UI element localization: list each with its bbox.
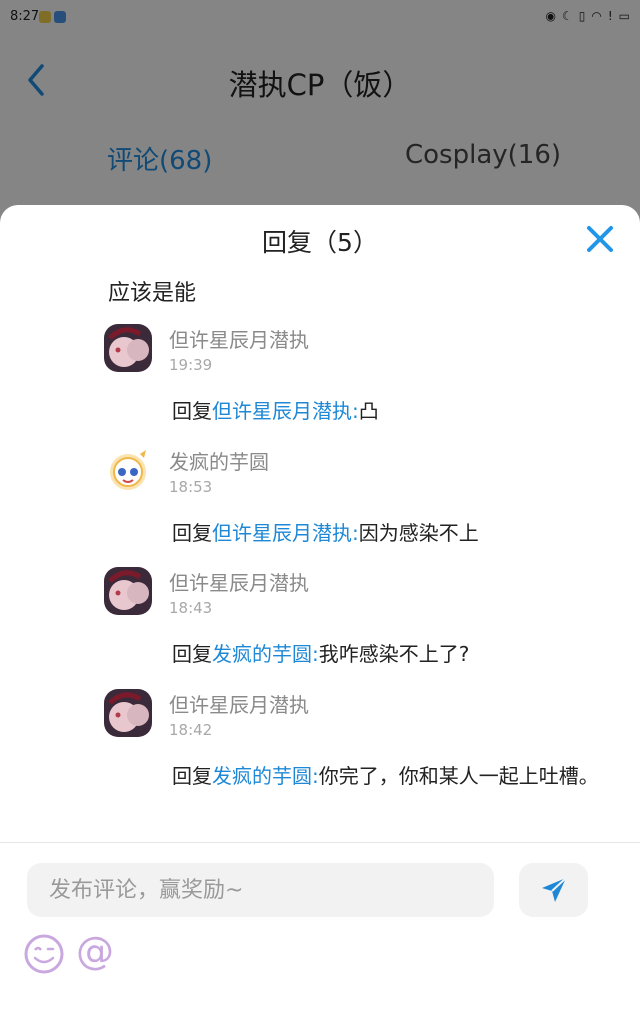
origin-comment: 应该是能 [108,281,197,306]
reply-time: 18:53 [169,478,213,496]
reply-prefix: 回复 [172,521,212,545]
emoji-icon[interactable] [23,933,65,975]
send-icon [542,877,567,902]
reply-username[interactable]: 但许星辰月潜执 [169,324,309,353]
reply-content: 因为感染不上 [358,521,479,545]
reply-sheet: 回复（5） 应该是能 但许星辰月潜执 19:39 回复但许星辰月潜执:凸 发疯的… [0,205,640,1024]
send-button[interactable] [519,863,588,917]
reply-text: 回复但许星辰月潜执:凸 [172,398,612,424]
sheet-title: 回复（5） [262,228,378,257]
reply-prefix: 回复 [172,764,212,788]
reply-target-user[interactable]: 但许星辰月潜执: [212,521,359,545]
reply-username[interactable]: 发疯的芋圆 [169,446,269,475]
avatar[interactable] [104,567,152,615]
reply-prefix: 回复 [172,399,212,423]
reply-username[interactable]: 但许星辰月潜执 [169,567,309,596]
comment-input[interactable] [27,863,494,917]
reply-target-user[interactable]: 但许星辰月潜执: [212,399,359,423]
reply-time: 18:42 [169,721,213,739]
avatar[interactable] [104,689,152,737]
close-icon[interactable] [584,223,616,255]
reply-content: 凸 [358,399,379,423]
reply-text: 回复发疯的芋圆:你完了，你和某人一起上吐槽。 [172,763,612,789]
divider [0,842,640,843]
reply-text: 回复发疯的芋圆:我咋感染不上了? [172,641,612,667]
reply-prefix: 回复 [172,642,212,666]
reply-content: 我咋感染不上了? [318,642,470,666]
avatar[interactable] [104,324,152,372]
reply-target-user[interactable]: 发疯的芋圆: [212,764,319,788]
reply-username[interactable]: 但许星辰月潜执 [169,689,309,718]
reply-text: 回复但许星辰月潜执:因为感染不上 [172,520,612,546]
reply-target-user[interactable]: 发疯的芋圆: [212,642,319,666]
reply-time: 19:39 [169,356,213,374]
dim-overlay[interactable] [0,0,640,215]
avatar[interactable] [104,446,152,494]
reply-time: 18:43 [169,599,213,617]
mention-button[interactable]: @ [76,927,114,975]
reply-content: 你完了，你和某人一起上吐槽。 [318,764,599,788]
